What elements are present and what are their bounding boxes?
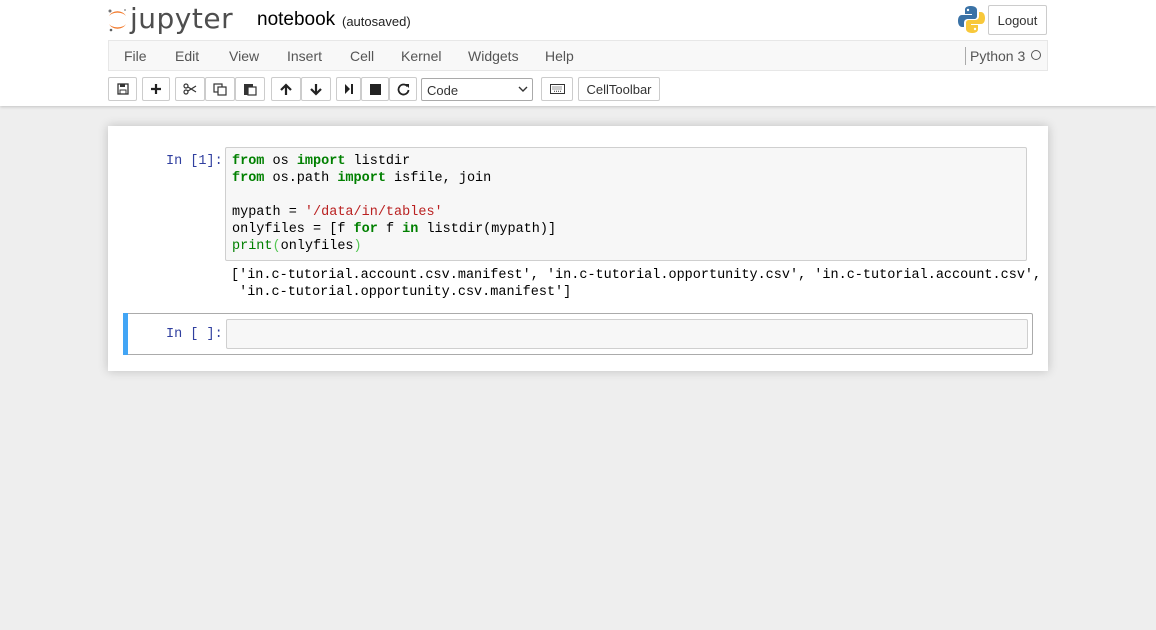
logout-button[interactable]: Logout	[988, 5, 1047, 35]
kernel-name: Python 3	[970, 48, 1026, 64]
cell-1-code-editor[interactable]: from os import listdir from os.path impo…	[225, 147, 1027, 261]
selected-cell-indicator	[123, 313, 128, 355]
code-token: (	[272, 239, 281, 254]
menu-insert[interactable]: Insert	[287, 48, 322, 64]
cell-type-value: Code	[427, 83, 459, 98]
kernel-separator	[965, 47, 966, 65]
code-token: for	[353, 222, 378, 237]
celltoolbar-button[interactable]: CellToolbar	[578, 77, 660, 101]
logo-text: jupyter	[130, 2, 234, 35]
cell-2-code-editor[interactable]	[226, 319, 1028, 349]
jupyter-logo-icon	[108, 9, 126, 32]
code-token: in	[402, 222, 419, 237]
code-token: print	[232, 239, 273, 254]
code-line: from os.path import isfile, join	[232, 171, 492, 186]
cell-2-prompt: In [ ]:	[166, 327, 223, 342]
run-step-icon	[344, 84, 353, 94]
code-token: '/data/in/tables'	[304, 205, 443, 220]
menubar: File Edit View Insert Cell Kernel Widget…	[108, 40, 1048, 71]
insert-cell-button[interactable]	[142, 77, 170, 101]
code-token: from	[232, 154, 265, 169]
notebook-name[interactable]: notebook	[257, 9, 335, 31]
arrow-down-icon	[310, 83, 322, 96]
menu-view[interactable]: View	[229, 48, 259, 64]
keyboard-icon	[549, 84, 565, 94]
restart-button[interactable]	[389, 77, 417, 101]
cut-button[interactable]	[175, 77, 205, 101]
copy-button[interactable]	[205, 77, 235, 101]
paste-button[interactable]	[235, 77, 265, 101]
notebook-container: In [1]: from os import listdir from os.p…	[108, 126, 1048, 371]
code-line: mypath = '/data/in/tables'	[232, 205, 443, 220]
cell-1-prompt: In [1]:	[166, 154, 223, 169]
cut-icon	[183, 83, 197, 95]
menu-file[interactable]: File	[124, 48, 147, 64]
cell-1-output-line: ['in.c-tutorial.account.csv.manifest', '…	[231, 268, 1042, 283]
code-token: import	[296, 154, 346, 169]
menu-edit[interactable]: Edit	[175, 48, 199, 64]
run-button[interactable]	[336, 77, 361, 101]
code-token: from	[232, 171, 265, 186]
paste-icon	[244, 84, 257, 96]
move-up-button[interactable]	[271, 77, 301, 101]
arrow-up-icon	[280, 82, 292, 95]
code-line: onlyfiles = [f for f in listdir(mypath)]	[232, 222, 557, 237]
plus-icon	[151, 84, 161, 94]
code-line: from os import listdir	[232, 154, 411, 169]
save-icon	[116, 83, 129, 95]
menu-kernel[interactable]: Kernel	[401, 48, 441, 64]
cell-1-output-line: 'in.c-tutorial.opportunity.csv.manifest'…	[231, 285, 572, 300]
code-line: print(onlyfiles)	[232, 239, 362, 254]
interrupt-button[interactable]	[361, 77, 389, 101]
python-logo-icon	[958, 6, 985, 33]
kernel-idle-indicator-icon	[1031, 50, 1041, 60]
chevron-down-icon	[518, 86, 528, 92]
cell-2[interactable]: In [ ]:	[123, 313, 1033, 355]
menu-cell[interactable]: Cell	[350, 48, 374, 64]
notebook-header: jupyter notebook (autosaved) Logout File…	[0, 0, 1156, 106]
code-token: import	[337, 171, 386, 186]
stop-icon	[369, 83, 381, 95]
save-status: (autosaved)	[342, 14, 411, 29]
code-token: )	[353, 239, 362, 254]
menu-widgets[interactable]: Widgets	[468, 48, 519, 64]
cell-type-select[interactable]: Code	[421, 78, 533, 101]
move-down-button[interactable]	[301, 77, 331, 101]
command-palette-button[interactable]	[541, 77, 573, 101]
save-button[interactable]	[108, 77, 137, 101]
menu-help[interactable]: Help	[545, 48, 574, 64]
restart-icon	[397, 83, 409, 95]
copy-icon	[213, 82, 227, 96]
